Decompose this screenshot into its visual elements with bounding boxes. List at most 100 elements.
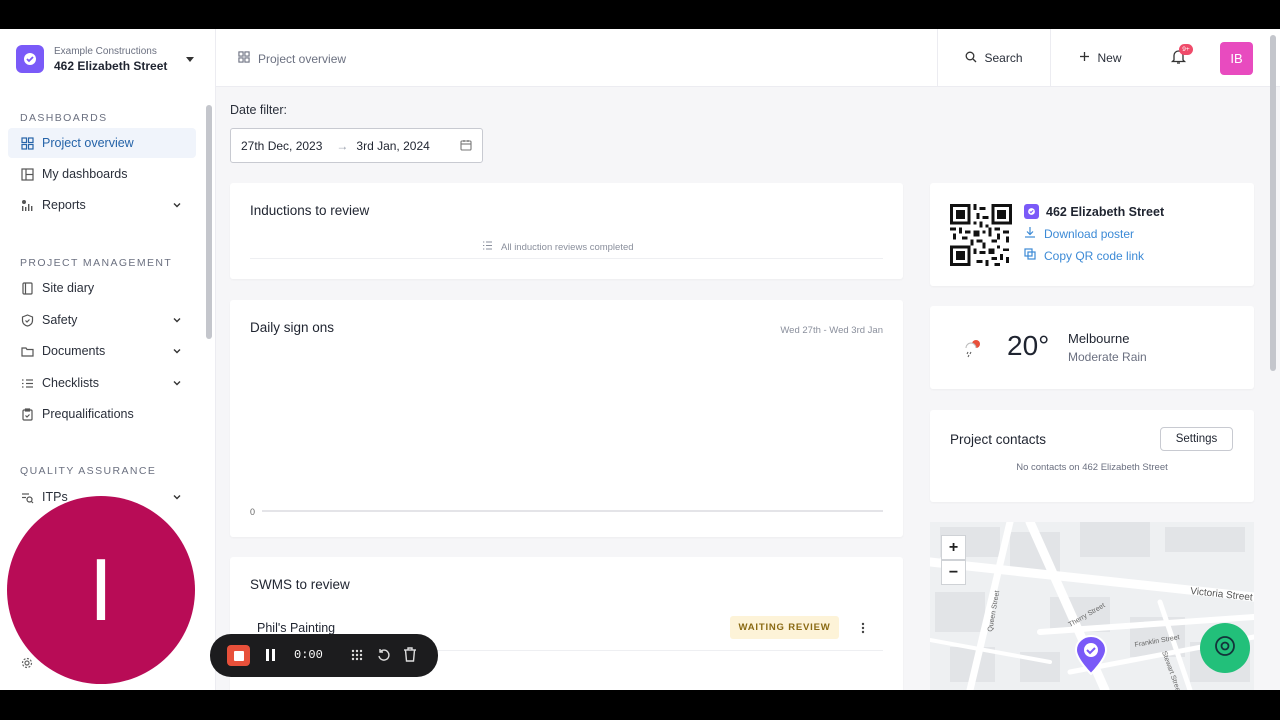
shield-icon xyxy=(20,313,34,327)
breadcrumb: Project overview xyxy=(238,51,346,66)
contacts-empty-text: No contacts on 462 Elizabeth Street xyxy=(1016,462,1168,473)
itp-icon xyxy=(20,490,34,504)
chevron-down-icon xyxy=(172,314,182,328)
rain-icon xyxy=(960,336,984,365)
book-icon xyxy=(20,281,34,295)
new-label: New xyxy=(1097,51,1122,65)
link-label: Download poster xyxy=(1044,226,1135,241)
link-label: Copy QR code link xyxy=(1044,248,1145,263)
weather-condition: Moderate Rain xyxy=(1068,350,1147,364)
section-title-dashboards: DASHBOARDS xyxy=(20,112,108,124)
chevron-down-icon xyxy=(172,345,182,359)
project-contacts-card: Project contacts Settings No contacts on… xyxy=(930,410,1254,502)
chevron-down-icon xyxy=(172,199,182,213)
stop-recording-button[interactable] xyxy=(227,645,250,666)
status-badge: WAITING REVIEW xyxy=(730,616,839,639)
date-start: 27th Dec, 2023 xyxy=(241,138,323,153)
trash-icon[interactable] xyxy=(403,647,417,667)
project-switcher[interactable]: Example Constructions 462 Elizabeth Stre… xyxy=(16,45,196,73)
breadcrumb-label: Project overview xyxy=(258,51,347,66)
recording-toolbar: 0:00 xyxy=(210,634,438,677)
sidebar-item-project-overview[interactable]: Project overview xyxy=(8,128,196,158)
drag-handle-icon[interactable] xyxy=(350,648,364,667)
download-poster-link[interactable]: Download poster xyxy=(1024,226,1134,241)
date-filter-label: Date filter: xyxy=(230,103,287,117)
weather-city: Melbourne xyxy=(1068,331,1130,346)
app-logo-icon xyxy=(16,45,44,73)
daily-sign-ons-card: Daily sign ons Wed 27th - Wed 3rd Jan 0 xyxy=(230,300,903,537)
arrow-right-icon: → xyxy=(336,138,349,153)
copy-qr-link[interactable]: Copy QR code link xyxy=(1024,248,1144,263)
inductions-empty-state: All induction reviews completed xyxy=(482,238,634,256)
search-icon xyxy=(965,51,977,66)
date-range-picker[interactable]: 27th Dec, 2023 → 3rd Jan, 2024 xyxy=(230,128,483,163)
inductions-card: Inductions to review All induction revie… xyxy=(230,183,903,279)
qr-site-name: 462 Elizabeth Street xyxy=(1046,204,1165,219)
restart-icon[interactable] xyxy=(377,648,391,667)
checklist-icon xyxy=(20,376,34,390)
more-options-icon[interactable] xyxy=(861,621,865,639)
card-title: Project contacts xyxy=(950,432,1047,447)
sidebar-item-checklists[interactable]: Checklists xyxy=(8,368,196,398)
temperature: 20° xyxy=(1007,330,1050,361)
qr-site-heading: 462 Elizabeth Street xyxy=(1024,204,1164,219)
sidebar-scrollbar[interactable] xyxy=(206,105,212,339)
card-title: Inductions to review xyxy=(250,203,370,218)
settings-button[interactable]: Settings xyxy=(1160,427,1233,451)
site-name: 462 Elizabeth Street xyxy=(54,58,168,73)
qr-code-card: 462 Elizabeth Street Download poster Cop… xyxy=(930,183,1254,286)
sidebar-item-prequalifications[interactable]: Prequalifications xyxy=(8,399,196,429)
sidebar-item-label: Documents xyxy=(42,344,106,358)
webcam-bubble[interactable]: I xyxy=(7,496,195,684)
chat-bubble-icon xyxy=(1214,635,1236,662)
chevron-down-icon xyxy=(172,491,182,505)
sidebar-item-my-dashboards[interactable]: My dashboards xyxy=(8,159,196,189)
location-pin-icon[interactable] xyxy=(1074,634,1108,680)
sidebar-item-label: My dashboards xyxy=(42,167,128,181)
dashboard-icon xyxy=(20,167,34,181)
chevron-down-icon xyxy=(172,377,182,391)
y-tick-label: 0 xyxy=(250,507,255,517)
caret-down-icon xyxy=(186,57,194,62)
sidebar-item-label: ITPs xyxy=(42,490,68,504)
swms-name: Phil's Painting xyxy=(257,621,336,635)
help-chat-button[interactable] xyxy=(1200,623,1250,673)
divider xyxy=(250,258,883,259)
search-button[interactable]: Search xyxy=(937,29,1050,87)
section-title-quality-assurance: QUALITY ASSURANCE xyxy=(20,465,157,477)
site-map[interactable]: Victoria Street Queen Street Therry Stre… xyxy=(930,522,1254,690)
empty-text: All induction reviews completed xyxy=(501,241,634,253)
top-bar: Project overview Search New 9+ IB xyxy=(216,29,1280,87)
notification-badge: 9+ xyxy=(1179,44,1193,55)
copy-icon xyxy=(1024,248,1036,263)
sidebar-item-safety[interactable]: Safety xyxy=(8,305,196,335)
sign-ons-chart: 0 xyxy=(250,507,883,517)
sidebar-item-reports[interactable]: Reports xyxy=(8,190,196,220)
new-button[interactable]: New xyxy=(1050,29,1150,87)
download-icon xyxy=(1024,226,1036,241)
sidebar-item-label: Project overview xyxy=(42,136,134,150)
gear-icon[interactable] xyxy=(21,656,33,674)
notifications-button[interactable] xyxy=(1150,29,1206,87)
sidebar-item-label: Site diary xyxy=(42,281,95,295)
qr-code-icon xyxy=(950,204,1012,266)
list-check-icon xyxy=(482,238,493,256)
main-scrollbar[interactable] xyxy=(1270,35,1276,371)
zoom-in-button[interactable]: + xyxy=(941,535,966,560)
card-title: SWMS to review xyxy=(250,577,350,592)
clipboard-icon xyxy=(20,407,34,421)
grid-icon xyxy=(238,51,250,66)
user-avatar[interactable]: IB xyxy=(1220,42,1253,75)
grid-icon xyxy=(20,136,34,150)
zoom-out-button[interactable]: − xyxy=(941,560,966,585)
sidebar-item-label: Prequalifications xyxy=(42,407,134,421)
sidebar-item-site-diary[interactable]: Site diary xyxy=(8,273,196,303)
sidebar-item-documents[interactable]: Documents xyxy=(8,336,196,366)
sidebar-item-label: Safety xyxy=(42,313,78,327)
weather-card: 20° Melbourne Moderate Rain xyxy=(930,306,1254,389)
section-title-project-management: PROJECT MANAGEMENT xyxy=(20,257,173,269)
company-name: Example Constructions xyxy=(54,45,157,57)
app-logo-icon xyxy=(1024,204,1039,219)
pause-icon[interactable] xyxy=(265,648,276,667)
sidebar-item-label: Checklists xyxy=(42,376,99,390)
